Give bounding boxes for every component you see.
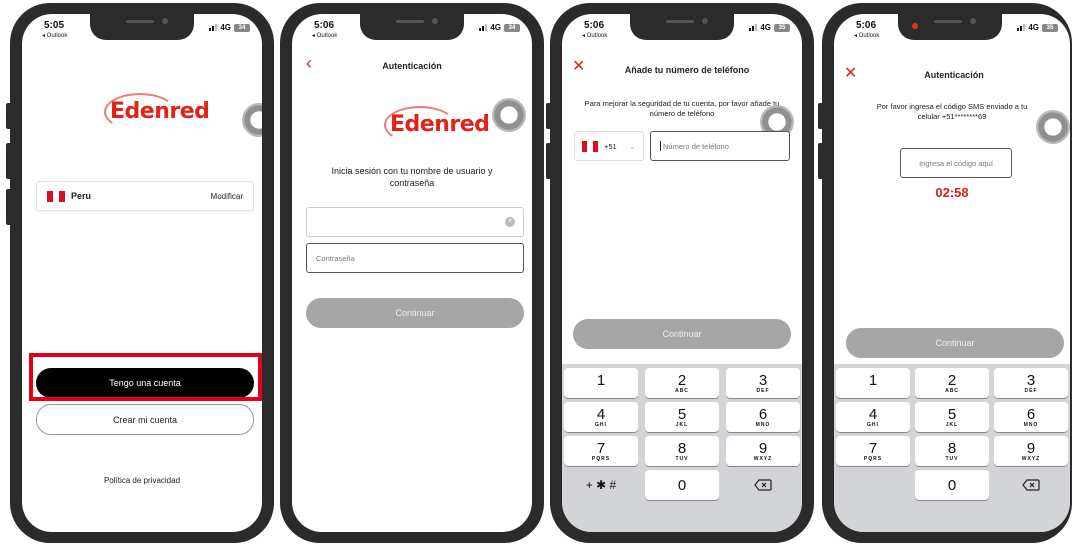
network-label: 4G xyxy=(220,23,231,32)
notch xyxy=(360,14,464,40)
key-3[interactable]: 3 DEF xyxy=(994,368,1068,398)
phone-frame-3: 5:06 ◂ Outlook 4G 35 ✕ Añade tu número d… xyxy=(546,3,814,543)
network-label: 4G xyxy=(1028,23,1039,32)
key-2[interactable]: 2 ABC xyxy=(915,368,989,398)
clear-icon[interactable]: × xyxy=(505,217,515,227)
country-selector[interactable]: Peru Modificar xyxy=(36,181,254,211)
backspace-icon[interactable] xyxy=(994,470,1068,500)
modify-country-link[interactable]: Modificar xyxy=(211,192,243,201)
notch xyxy=(630,14,734,40)
key-symbols[interactable]: + ✱ # xyxy=(564,470,638,500)
assistive-touch-button[interactable] xyxy=(492,98,526,132)
key-8[interactable]: 8 TUV xyxy=(645,436,719,466)
chevron-down-icon: ⌄ xyxy=(629,141,636,151)
page-title: Autenticación xyxy=(382,61,442,71)
phone-number-field[interactable]: Número de teléfono xyxy=(650,131,790,161)
status-indicators: 4G 34 xyxy=(209,23,250,32)
status-indicators: 4G 34 xyxy=(479,23,520,32)
page-title: Añade tu número de teléfono xyxy=(624,65,750,75)
screen-add-phone: 5:06 ◂ Outlook 4G 35 ✕ Añade tu número d… xyxy=(562,14,802,532)
notch xyxy=(90,14,194,40)
key-1[interactable]: 1 xyxy=(564,368,638,398)
status-indicators: 4G 35 xyxy=(749,23,790,32)
assistive-touch-button[interactable] xyxy=(242,103,262,137)
signal-icon xyxy=(479,24,488,31)
password-field[interactable]: Contraseña xyxy=(306,243,524,273)
back-to-app-link[interactable]: ◂ Outlook xyxy=(42,32,67,39)
key-4[interactable]: 4 GHI xyxy=(836,402,910,432)
assistive-touch-button[interactable] xyxy=(1036,110,1070,144)
key-8[interactable]: 8 TUV xyxy=(915,436,989,466)
key-4[interactable]: 4 GHI xyxy=(564,402,638,432)
page-title: Autenticación xyxy=(924,70,984,80)
privacy-policy-link[interactable]: Política de privacidad xyxy=(22,476,262,485)
key-6[interactable]: 6 MNO xyxy=(726,402,800,432)
key-2[interactable]: 2 ABC xyxy=(645,368,719,398)
key-0[interactable]: 0 xyxy=(915,470,989,500)
screen-login: 5:06 ◂ Outlook 4G 34 ‹ Autenticación Ede… xyxy=(292,14,532,532)
signal-icon xyxy=(1017,24,1026,31)
numeric-keypad: 1 2 ABC 3 DEF 4 GHI 5 JKL 6 MNO 7 PQRS 8 TUV 9W… xyxy=(834,364,1070,532)
key-5[interactable]: 5 JKL xyxy=(645,402,719,432)
screen-sms-code: 5:06 ◂ Outlook 4G 35 ✕ Autenticación Por… xyxy=(834,14,1070,532)
status-time: 5:06 xyxy=(584,20,605,31)
key-0[interactable]: 0 xyxy=(645,470,719,500)
key-3[interactable]: 3 DEF xyxy=(726,368,800,398)
key-7[interactable]: 7 PQRS xyxy=(836,436,910,466)
key-9[interactable]: 9 WXYZ xyxy=(726,436,800,466)
countdown-timer: 02:58 xyxy=(935,185,969,200)
status-time: 5:05 xyxy=(44,20,65,31)
create-account-button[interactable]: Crear mi cuenta xyxy=(36,404,254,435)
screen-welcome: 5:05 ◂ Outlook 4G 34 Edenred Peru Modifi… xyxy=(22,14,262,532)
backspace-icon[interactable] xyxy=(726,470,800,500)
continue-button[interactable]: Continuar xyxy=(846,328,1064,358)
battery-icon: 34 xyxy=(504,23,520,32)
numeric-keypad: 1 2 ABC 3 DEF 4 GHI 5 JKL 6 MNO 7 PQRS 8 TUV 9W… xyxy=(562,364,802,532)
back-to-app-link[interactable]: ◂ Outlook xyxy=(854,32,879,39)
key-7[interactable]: 7 PQRS xyxy=(564,436,638,466)
network-label: 4G xyxy=(760,23,771,32)
key-9[interactable]: 9 WXYZ xyxy=(994,436,1068,466)
login-instruction: Inicia sesión con tu nombre de usuario y… xyxy=(331,166,493,188)
battery-icon: 35 xyxy=(774,23,790,32)
notch xyxy=(898,14,1002,40)
edenred-logo: Edenred xyxy=(384,106,490,144)
recording-indicator xyxy=(912,23,918,29)
peru-flag-icon xyxy=(47,190,65,202)
signal-icon xyxy=(209,24,218,31)
continue-button[interactable]: Continuar xyxy=(573,319,791,349)
country-code: +51 xyxy=(604,141,617,151)
back-to-app-link[interactable]: ◂ Outlook xyxy=(582,32,607,39)
highlight-box xyxy=(29,353,262,401)
signal-icon xyxy=(749,24,758,31)
key-6[interactable]: 6 MNO xyxy=(994,402,1068,432)
edenred-logo: Edenred xyxy=(104,93,210,131)
peru-flag-icon xyxy=(582,140,598,152)
back-to-app-link[interactable]: ◂ Outlook xyxy=(312,32,337,39)
sms-instruction: Por favor ingresa el código SMS enviado … xyxy=(876,102,1028,121)
phone-frame-2: 5:06 ◂ Outlook 4G 34 ‹ Autenticación Ede… xyxy=(280,3,544,543)
sms-code-field[interactable]: Ingresa el código aquí xyxy=(900,148,1012,178)
network-label: 4G xyxy=(490,23,501,32)
country-name: Peru xyxy=(71,191,92,201)
key-5[interactable]: 5 JKL xyxy=(915,402,989,432)
key-1[interactable]: 1 xyxy=(836,368,910,398)
status-time: 5:06 xyxy=(314,20,335,31)
battery-icon: 35 xyxy=(1042,23,1058,32)
phone-frame-4: 5:06 ◂ Outlook 4G 35 ✕ Autenticación Por… xyxy=(818,3,1072,543)
country-code-selector[interactable]: +51 ⌄ xyxy=(574,131,644,161)
battery-icon: 34 xyxy=(234,23,250,32)
status-indicators: 4G 35 xyxy=(1017,23,1058,32)
status-time: 5:06 xyxy=(856,20,877,31)
phone-frame-1: 5:05 ◂ Outlook 4G 34 Edenred Peru Modifi… xyxy=(6,3,274,543)
continue-button[interactable]: Continuar xyxy=(306,298,524,328)
username-field[interactable]: × xyxy=(306,207,524,237)
